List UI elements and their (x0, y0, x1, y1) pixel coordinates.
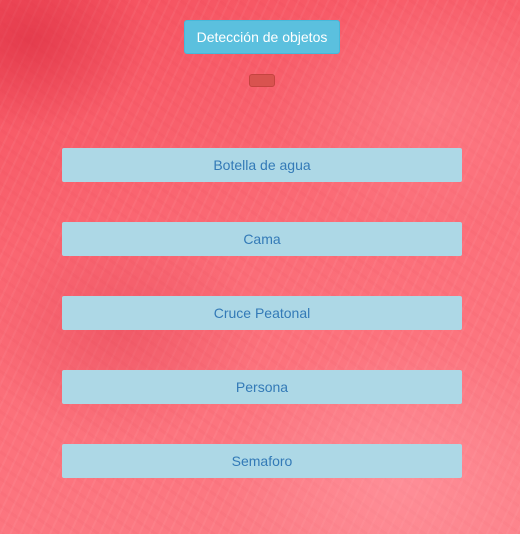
object-item-person[interactable]: Persona (62, 370, 462, 404)
small-red-button[interactable] (249, 74, 275, 87)
object-item-crosswalk[interactable]: Cruce Peatonal (62, 296, 462, 330)
object-list: Botella de agua Cama Cruce Peatonal Pers… (62, 148, 462, 518)
object-item-traffic-light[interactable]: Semaforo (62, 444, 462, 478)
object-item-bed[interactable]: Cama (62, 222, 462, 256)
object-item-water-bottle[interactable]: Botella de agua (62, 148, 462, 182)
object-detection-button[interactable]: Detección de objetos (184, 20, 340, 54)
